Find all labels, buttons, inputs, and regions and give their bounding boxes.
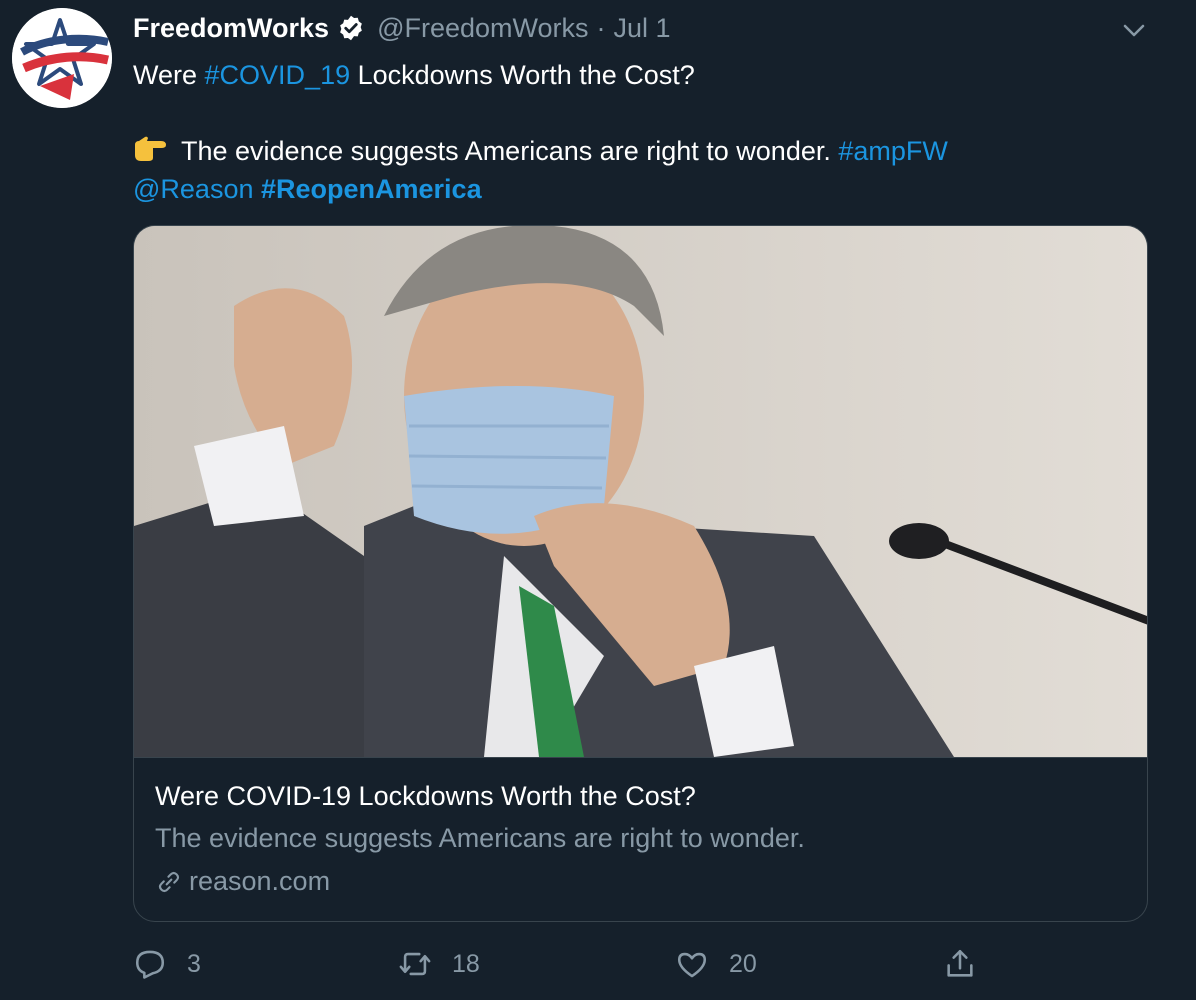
reply-count: 3 [187, 949, 201, 978]
card-domain: reason.com [155, 866, 330, 897]
link-icon [155, 868, 183, 896]
tweet-text-line-3: @Reason #ReopenAmerica [133, 170, 1143, 208]
retweet-icon [399, 952, 431, 976]
tweet-date[interactable]: Jul 1 [614, 13, 671, 44]
tweet-header: FreedomWorks @FreedomWorks · Jul 1 [133, 8, 671, 48]
reply-button[interactable]: 3 [133, 942, 201, 986]
freedomworks-logo-icon [12, 8, 112, 108]
tweet-text: Were #COVID_19 Lockdowns Worth the Cost?… [133, 56, 1143, 208]
verified-badge-icon [337, 14, 365, 42]
hashtag-covid19[interactable]: #COVID_19 [205, 60, 351, 90]
share-icon [947, 949, 973, 977]
tweet[interactable]: FreedomWorks @FreedomWorks · Jul 1 Were … [0, 0, 1196, 1000]
text-segment: Were [133, 60, 205, 90]
card-title[interactable]: Were COVID-19 Lockdowns Worth the Cost? [155, 781, 696, 812]
hashtag-ampfw[interactable]: #ampFW [838, 136, 948, 166]
like-count: 20 [729, 949, 757, 978]
display-name[interactable]: FreedomWorks [133, 13, 329, 44]
text-segment: The evidence suggests Americans are righ… [181, 136, 839, 166]
user-handle[interactable]: @FreedomWorks [377, 13, 588, 44]
tweet-actions: 3 18 20 [133, 942, 1148, 986]
link-preview-card[interactable]: Were COVID-19 Lockdowns Worth the Cost? … [133, 225, 1148, 922]
like-button[interactable]: 20 [675, 942, 757, 986]
card-description: The evidence suggests Americans are righ… [155, 823, 805, 853]
text-segment: Lockdowns Worth the Cost? [350, 60, 695, 90]
chevron-down-icon[interactable] [1118, 14, 1150, 46]
backhand-index-pointing-right-icon [133, 135, 169, 163]
retweet-button[interactable]: 18 [398, 942, 480, 986]
tweet-text-line-1: Were #COVID_19 Lockdowns Worth the Cost? [133, 56, 1143, 94]
share-button[interactable] [943, 942, 977, 986]
reply-icon [135, 950, 165, 979]
heart-icon [677, 952, 707, 978]
avatar[interactable] [12, 8, 112, 108]
hashtag-reopenamerica[interactable]: #ReopenAmerica [261, 174, 482, 204]
card-image[interactable] [134, 226, 1147, 757]
header-separator: · [596, 12, 606, 43]
mention-reason[interactable]: @Reason [133, 174, 253, 204]
retweet-count: 18 [452, 949, 480, 978]
tweet-text-line-2: The evidence suggests Americans are righ… [133, 132, 1143, 170]
card-domain-text: reason.com [189, 866, 331, 896]
